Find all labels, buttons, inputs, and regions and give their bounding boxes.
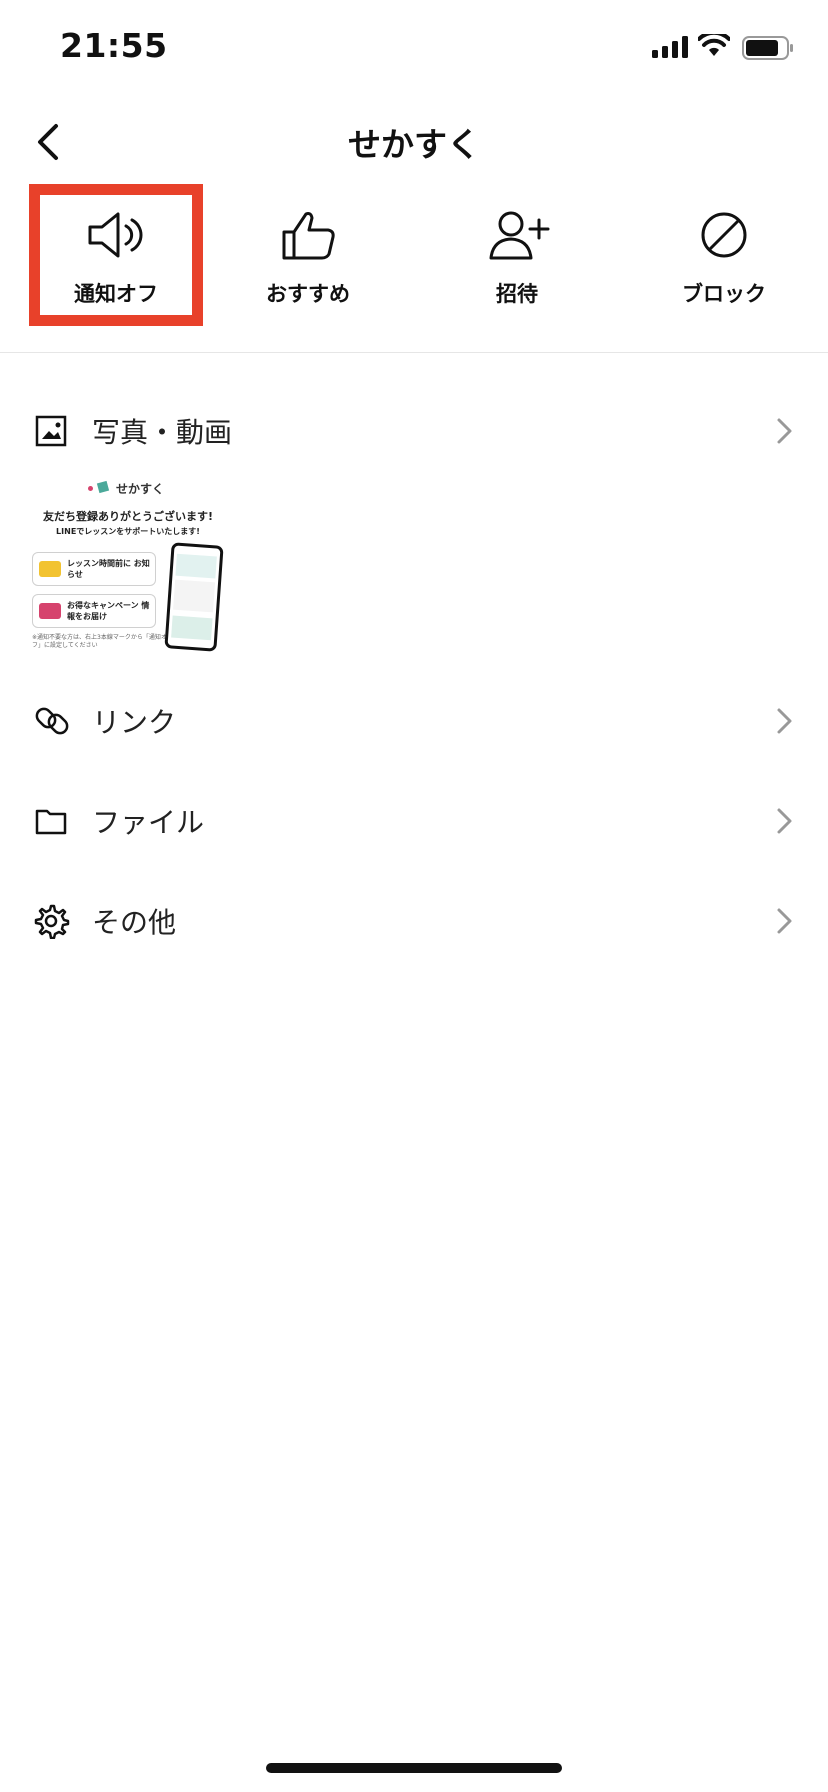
menu-item-other[interactable]: その他 [0,881,828,961]
thumbnail-card: お得なキャンペーン 情報をお届け [32,594,156,628]
media-thumbnail[interactable]: せかすく 友だち登録ありがとうございます! LINEでレッスンをサポートいたしま… [30,474,226,656]
nav-bar: せかすく [0,100,828,184]
action-label: 招待 [496,282,538,306]
phone-illustration [164,542,224,652]
menu-item-files[interactable]: ファイル [0,781,828,861]
menu-item-links[interactable]: リンク [0,681,828,761]
chevron-right-icon [777,808,792,834]
highlight-frame [29,184,203,326]
recommend-button[interactable]: おすすめ [214,184,402,326]
block-icon [701,212,747,258]
invite-button[interactable]: 招待 [423,184,611,326]
thumbnail-brand: せかすく [116,482,165,496]
thumbnail-subline: LINEでレッスンをサポートいたします! [56,527,200,536]
status-bar: 21:55 [0,0,828,100]
menu-label: ファイル [92,806,205,839]
divider [0,352,828,353]
coupon-icon [39,603,61,619]
thumbnail-card-text: レッスン時間前に お知らせ [67,559,150,579]
thumbnail-note: ※通知不要な方は、右上3本線マークから「通知オフ」に設定してください [32,634,167,649]
home-indicator[interactable] [266,1763,562,1773]
chevron-right-icon [777,418,792,444]
battery-icon [742,36,793,60]
block-button[interactable]: ブロック [630,184,818,326]
action-label: ブロック [682,282,766,306]
chevron-right-icon [777,708,792,734]
action-label: おすすめ [266,282,350,306]
gear-icon [34,904,70,939]
thumbnail-card-text: お得なキャンペーン 情報をお届け [67,601,150,621]
add-user-icon [489,211,550,260]
folder-icon [35,809,67,835]
menu-label: 写真・動画 [92,416,233,449]
status-time: 21:55 [60,26,168,65]
brand-leaf-icon [96,480,110,494]
menu-label: リンク [92,706,177,739]
thumbnail-card: レッスン時間前に お知らせ [32,552,156,586]
thumbs-up-icon [282,212,335,260]
thumbnail-headline: 友だち登録ありがとうございます! [42,510,213,523]
megaphone-icon [39,561,61,577]
menu-label: その他 [92,906,177,939]
image-icon [35,415,67,447]
brand-dot [88,486,93,491]
menu-item-photos-videos[interactable]: 写真・動画 [0,391,828,471]
wifi-icon [698,34,730,56]
chevron-right-icon [777,908,792,934]
page-title: せかすく [348,125,480,164]
link-icon [35,707,69,735]
signal-icon [652,36,688,58]
